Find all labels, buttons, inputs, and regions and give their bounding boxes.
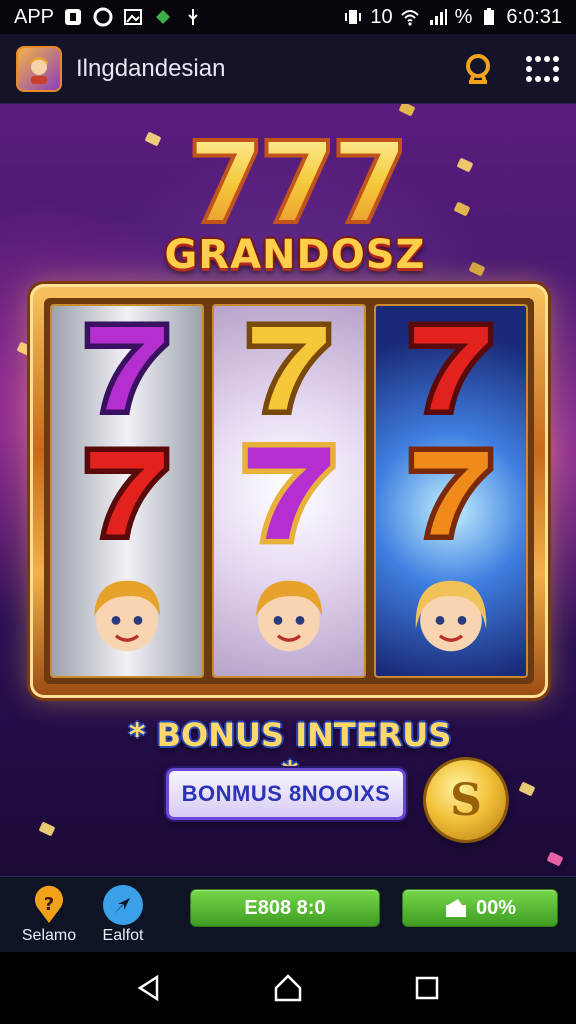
confetti [518, 781, 536, 797]
battery-icon [478, 7, 500, 27]
usb-icon [182, 7, 204, 27]
wifi-icon [399, 7, 421, 27]
pointer-icon [103, 884, 143, 925]
status-bar: APP 10 % 6:0:31 [0, 0, 576, 34]
nav-label: Selamo [21, 926, 77, 944]
coin-button[interactable]: S [426, 760, 506, 840]
symbol-seven-red [67, 433, 187, 549]
app-logo-icon[interactable] [16, 45, 62, 92]
app-header: Ilngdandesian [0, 34, 576, 104]
confetti [546, 851, 564, 867]
header-actions [460, 51, 560, 87]
gallery-icon [122, 7, 144, 27]
nav-item-ealfot[interactable]: Ealfot [86, 884, 160, 945]
symbol-seven-orange [391, 433, 511, 549]
coin-symbol: S [450, 774, 482, 826]
nav-label: Ealfot [102, 926, 144, 944]
help-pin-icon: ? [29, 885, 69, 925]
nav-item-selamo[interactable]: ? Selamo [12, 885, 86, 945]
game-title: GRANDOSZ [164, 232, 426, 278]
confetti [456, 157, 474, 173]
confetti [453, 201, 471, 217]
confetti [468, 261, 486, 277]
game-app-icon [152, 7, 174, 27]
app-title: Ilngdandesian [76, 54, 226, 82]
back-icon[interactable] [129, 968, 169, 1008]
balance-label: E808 8:0 [244, 896, 326, 919]
record-icon [92, 7, 114, 27]
symbol-girl-face [67, 558, 187, 674]
percent-button[interactable]: 00% [402, 889, 558, 927]
reel-2 [212, 304, 366, 678]
svg-text:?: ? [44, 894, 54, 915]
status-time: 6:0:31 [506, 5, 562, 28]
status-left: APP [14, 6, 204, 29]
symbol-seven-purple [229, 433, 349, 549]
bottom-bar: ? Selamo Ealfot E808 8:0 00% [0, 876, 576, 952]
game-area: 777 GRANDOSZ * BONUS INTERUS BONMUS 8NOO… [0, 104, 576, 876]
status-battery-text: % [454, 5, 473, 28]
symbol-girl-face [391, 558, 511, 674]
reel-3 [374, 304, 528, 678]
recents-icon[interactable] [407, 968, 447, 1008]
cell-signal-icon [427, 7, 449, 27]
symbol-seven-red [391, 308, 511, 424]
notification-icon [62, 7, 84, 27]
jackpot-777: 777 [185, 122, 411, 238]
confetti [398, 104, 416, 117]
wallet-icon [445, 899, 466, 917]
home-icon[interactable] [268, 968, 308, 1008]
vibrate-icon [342, 7, 364, 27]
system-nav [0, 952, 576, 1024]
jackpot-digits: 777 [187, 122, 403, 238]
symbol-seven-gold [229, 308, 349, 424]
status-signal-text: 10 [370, 5, 393, 28]
confetti [38, 821, 56, 837]
more-dots-icon[interactable] [524, 51, 560, 87]
profile-ring-icon[interactable] [460, 51, 496, 87]
status-right: 10 % 6:0:31 [342, 6, 562, 29]
reel-1 [50, 304, 204, 678]
slot-frame [30, 284, 548, 698]
symbol-girl-face [229, 558, 349, 674]
balance-button[interactable]: E808 8:0 [190, 889, 380, 927]
status-app-label: APP [14, 5, 55, 28]
reels [44, 298, 534, 684]
percent-label: 00% [475, 896, 517, 919]
bonus-button[interactable]: BONMUS 8NOOIXS [166, 768, 406, 820]
symbol-seven-purple [67, 308, 187, 424]
